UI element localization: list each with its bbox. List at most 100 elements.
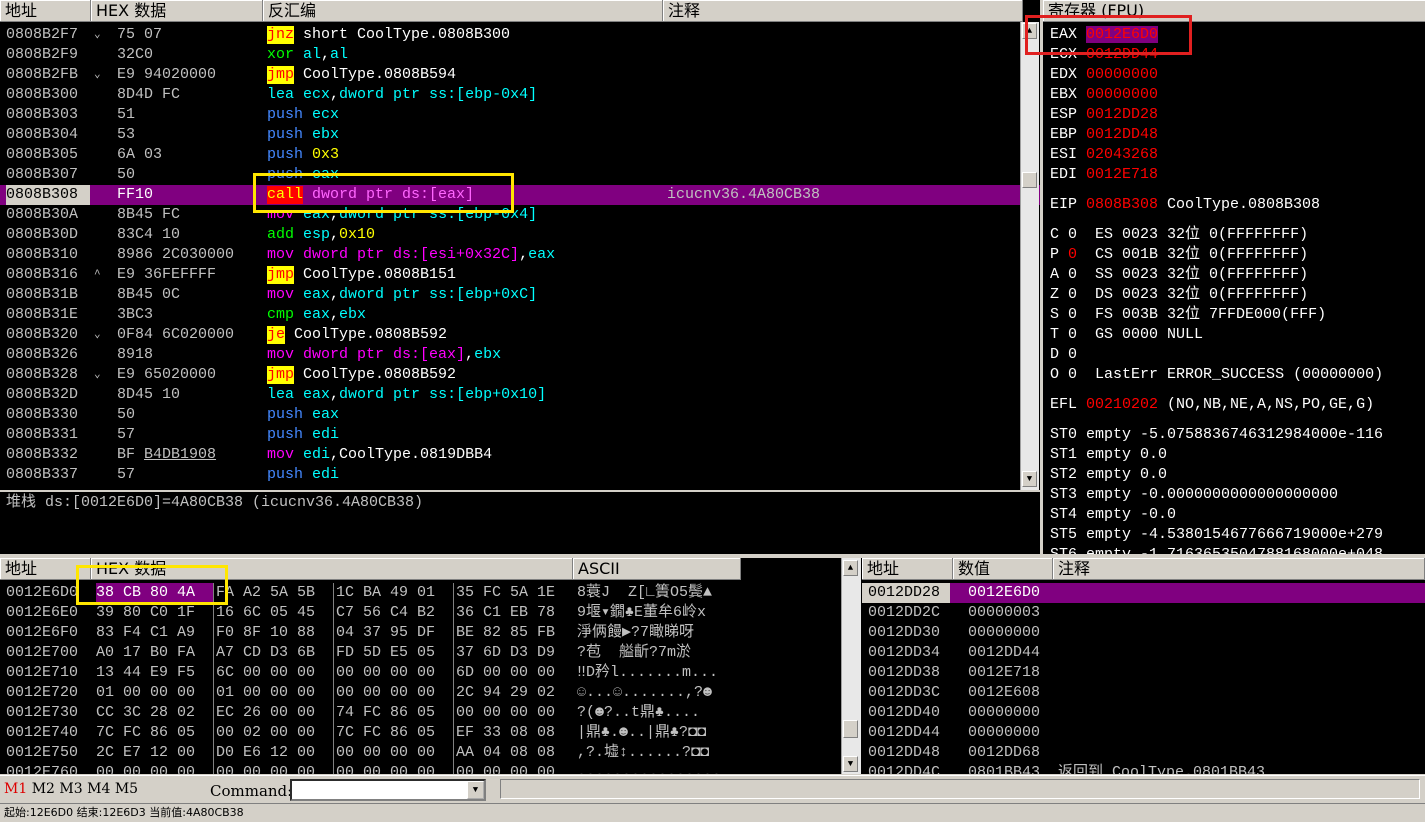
stack-row[interactable]: 0012DD48 0012DD68 <box>862 743 1425 763</box>
stack-col-comment[interactable]: 注释 <box>1053 558 1425 580</box>
stack-col-addr[interactable]: 地址 <box>862 558 953 580</box>
fpu-st0[interactable]: ST0 empty -5.0758836746312984000e-116 <box>1050 425 1425 445</box>
dump-row[interactable]: 0012E720 01 00 00 00 01 00 00 00 00 00 00 0… <box>0 683 862 703</box>
disasm-row[interactable]: 0808B30D 83C4 10 add esp,0x10 <box>0 225 1040 245</box>
mem-tab-m3[interactable]: M3 <box>59 781 82 797</box>
stack-row[interactable]: 0012DD28 0012E6D0 <box>862 583 1425 603</box>
stack-row[interactable]: 0012DD3C 0012E608 <box>862 683 1425 703</box>
disasm-row[interactable]: 0808B30A 8B45 FC mov eax,dword ptr ss:[ebp… <box>0 205 1040 225</box>
flag-a[interactable]: A 0 SS 0023 32位 0(FFFFFFFF) <box>1050 265 1425 285</box>
disasm-row[interactable]: 0808B330 50 push eax <box>0 405 1040 425</box>
disasm-row[interactable]: 0808B320 ⌄ 0F84 6C020000 je CoolType.0808B5… <box>0 325 1040 345</box>
disasm-row[interactable]: 0808B332 BF B4DB1908 mov edi,CoolType.0819… <box>0 445 1040 465</box>
dump-row[interactable]: 0012E750 2C E7 12 00 D0 E6 12 00 00 00 00 0… <box>0 743 862 763</box>
dump-divider <box>333 663 334 683</box>
disasm-row[interactable]: 0808B316 ^ E9 36FEFFFF jmp CoolType.0808B15… <box>0 265 1040 285</box>
stack-col-value[interactable]: 数值 <box>953 558 1053 580</box>
dump-row[interactable]: 0012E6F0 83 F4 C1 A9 F0 8F 10 88 04 37 95 D… <box>0 623 862 643</box>
disasm-row[interactable]: 0808B305 6A 03 push 0x3 <box>0 145 1040 165</box>
mem-tab-m1[interactable]: M1 <box>4 781 27 797</box>
dump-col-ascii[interactable]: ASCII <box>573 558 741 580</box>
segment-info: SS 0023 32位 0(FFFFFFFF) <box>1077 266 1309 283</box>
row-instruction: jnz short CoolType.0808B300 <box>267 25 661 45</box>
mem-tab-m2[interactable]: M2 <box>32 781 55 797</box>
dump-row[interactable]: 0012E760 00 00 00 00 00 00 00 00 00 00 00 0… <box>0 763 862 774</box>
register-eip[interactable]: EIP 0808B308 CoolType.0808B308 <box>1050 195 1425 215</box>
disasm-row[interactable]: 0808B331 57 push edi <box>0 425 1040 445</box>
disasm-row[interactable]: 0808B31B 8B45 0C mov eax,dword ptr ss:[ebp… <box>0 285 1040 305</box>
dropdown-arrow-icon[interactable]: ▼ <box>467 781 484 799</box>
flag-d[interactable]: D 0 <box>1050 345 1425 365</box>
stack-row[interactable]: 0012DD40 00000000 <box>862 703 1425 723</box>
flag-p[interactable]: P 0 CS 001B 32位 0(FFFFFFFF) <box>1050 245 1425 265</box>
disasm-row[interactable]: 0808B300 8D4D FC lea ecx,dword ptr ss:[ebp… <box>0 85 1040 105</box>
register-edi[interactable]: EDI 0012E718 <box>1050 165 1425 185</box>
fpu-st1[interactable]: ST1 empty 0.0 <box>1050 445 1425 465</box>
register-efl[interactable]: EFL 00210202 (NO,NB,NE,A,NS,PO,GE,G) <box>1050 395 1425 415</box>
stack-row[interactable]: 0012DD2C 00000003 <box>862 603 1425 623</box>
register-esi[interactable]: ESI 02043268 <box>1050 145 1425 165</box>
disasm-row[interactable]: 0808B307 50 push eax <box>0 165 1040 185</box>
mem-tab-m5[interactable]: M5 <box>115 781 138 797</box>
disasm-row[interactable]: 0808B337 57 push edi <box>0 465 1040 485</box>
disasm-row[interactable]: 0808B31E 3BC3 cmp eax,ebx <box>0 305 1040 325</box>
fpu-st4[interactable]: ST4 empty -0.0 <box>1050 505 1425 525</box>
scroll-thumb[interactable] <box>1022 172 1037 188</box>
flag-t[interactable]: T 0 GS 0000 NULL <box>1050 325 1425 345</box>
register-ebx[interactable]: EBX 00000000 <box>1050 85 1425 105</box>
flag-o[interactable]: O 0 LastErr ERROR_SUCCESS (00000000) <box>1050 365 1425 385</box>
disasm-row[interactable]: 0808B308 FF10 call dword ptr ds:[eax] icucn… <box>0 185 1040 205</box>
register-esp[interactable]: ESP 0012DD28 <box>1050 105 1425 125</box>
flag-c[interactable]: C 0 ES 0023 32位 0(FFFFFFFF) <box>1050 225 1425 245</box>
disasm-row[interactable]: 0808B328 ⌄ E9 65020000 jmp CoolType.0808B59… <box>0 365 1040 385</box>
disasm-row[interactable]: 0808B32D 8D45 10 lea eax,dword ptr ss:[ebp… <box>0 385 1040 405</box>
dump-row[interactable]: 0012E740 7C FC 86 05 00 02 00 00 7C FC 86 0… <box>0 723 862 743</box>
mem-tab-m4[interactable]: M4 <box>87 781 110 797</box>
disasm-col-asm[interactable]: 反汇编 <box>263 0 663 22</box>
command-input[interactable]: ▼ <box>290 779 486 801</box>
dump-row[interactable]: 0012E710 13 44 E9 F5 6C 00 00 00 00 00 00 0… <box>0 663 862 683</box>
scroll-down-icon[interactable]: ▼ <box>1022 471 1037 487</box>
disasm-row[interactable]: 0808B2F9 32C0 xor al,al <box>0 45 1040 65</box>
stack-row[interactable]: 0012DD4C 0801BB43 返回到 CoolType.0801BB43 <box>862 763 1425 774</box>
fpu-register: ST1 empty 0.0 <box>1050 446 1168 463</box>
stack-row[interactable]: 0012DD44 00000000 <box>862 723 1425 743</box>
instruction-token: push <box>267 126 304 143</box>
scroll-thumb[interactable] <box>843 720 858 738</box>
fpu-st5[interactable]: ST5 empty -4.5380154677666719000e+279 <box>1050 525 1425 545</box>
stack-row[interactable]: 0012DD34 0012DD44 <box>862 643 1425 663</box>
disasm-row[interactable]: 0808B303 51 push ecx <box>0 105 1040 125</box>
flag-s[interactable]: S 0 FS 003B 32位 7FFDE000(FFF) <box>1050 305 1425 325</box>
instruction-token: dword ptr ss:[ebp+0xC] <box>339 286 538 303</box>
stack-row[interactable]: 0012DD30 00000000 <box>862 623 1425 643</box>
disasm-row[interactable]: 0808B2FB ⌄ E9 94020000 jmp CoolType.0808B59… <box>0 65 1040 85</box>
disasm-row[interactable]: 0808B310 8986 2C030000 mov dword ptr ds:[e… <box>0 245 1040 265</box>
dump-divider <box>333 703 334 723</box>
dump-row[interactable]: 0012E730 CC 3C 28 02 EC 26 00 00 74 FC 86 0… <box>0 703 862 723</box>
row-instruction: mov dword ptr ds:[eax],ebx <box>267 345 661 365</box>
dump-scrollbar[interactable]: ▲ ▼ <box>841 558 861 774</box>
row-instruction: lea eax,dword ptr ss:[ebp+0x10] <box>267 385 661 405</box>
disasm-col-comment[interactable]: 注释 <box>663 0 1023 22</box>
scroll-down-icon[interactable]: ▼ <box>843 756 858 772</box>
register-edx[interactable]: EDX 00000000 <box>1050 65 1425 85</box>
dump-ascii: 9堰▾鐗♣E董牟6岭x <box>577 604 707 621</box>
disasm-scrollbar[interactable]: ▲ ▼ <box>1020 22 1039 490</box>
scroll-up-icon[interactable]: ▲ <box>843 560 858 576</box>
disasm-col-hex[interactable]: HEX 数据 <box>91 0 263 22</box>
fpu-st3[interactable]: ST3 empty -0.0000000000000000000 <box>1050 485 1425 505</box>
dump-row[interactable]: 0012E700 A0 17 B0 FA A7 CD D3 6B FD 5D E5 0… <box>0 643 862 663</box>
disasm-row[interactable]: 0808B2F7 ⌄ 75 07 jnz short CoolType.0808B30… <box>0 25 1040 45</box>
register-ebp[interactable]: EBP 0012DD48 <box>1050 125 1425 145</box>
dump-row[interactable]: 0012E6E0 39 80 C0 1F 16 6C 05 45 C7 56 C4 B… <box>0 603 862 623</box>
row-hex: 51 <box>117 106 136 123</box>
flag-z[interactable]: Z 0 DS 0023 32位 0(FFFFFFFF) <box>1050 285 1425 305</box>
fpu-st6[interactable]: ST6 empty -1.7163653504788168000e+048 <box>1050 545 1425 554</box>
disasm-row[interactable]: 0808B326 8918 mov dword ptr ds:[eax],ebx <box>0 345 1040 365</box>
fpu-st2[interactable]: ST2 empty 0.0 <box>1050 465 1425 485</box>
disasm-row[interactable]: 0808B304 53 push ebx <box>0 125 1040 145</box>
stack-row[interactable]: 0012DD38 0012E718 <box>862 663 1425 683</box>
disasm-col-addr[interactable]: 地址 <box>0 0 91 22</box>
jump-marker: ⌄ <box>94 329 101 341</box>
reg-name: EDI <box>1050 166 1087 183</box>
